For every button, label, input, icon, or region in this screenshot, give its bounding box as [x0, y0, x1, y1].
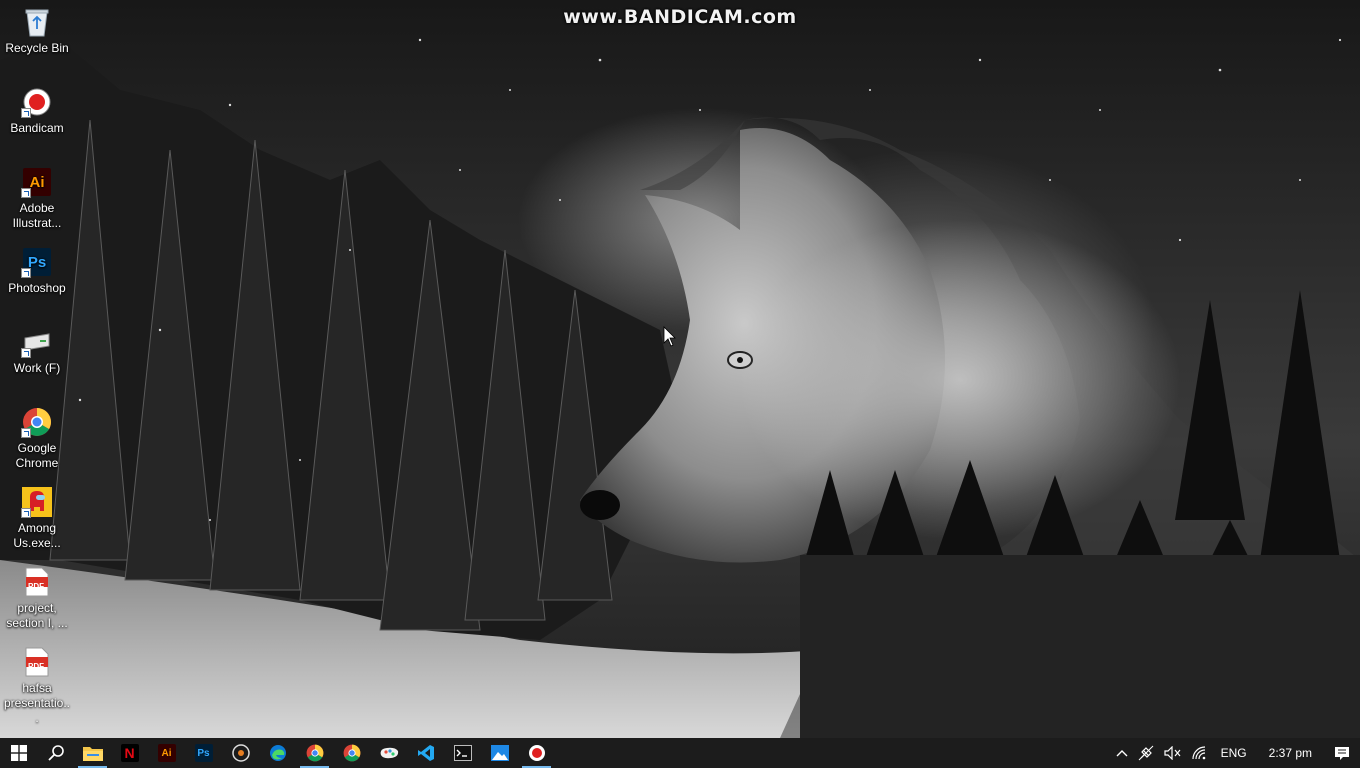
paint-icon — [380, 747, 398, 759]
pdf-file-icon: PDF — [21, 566, 53, 598]
taskbar-edge[interactable] — [259, 738, 296, 768]
bandicam-icon — [21, 86, 53, 118]
taskbar-chrome-2[interactable] — [333, 738, 370, 768]
windows-start-icon — [10, 745, 27, 761]
chrome-icon — [21, 406, 53, 438]
bandicam-watermark: www.BANDICAM.com — [563, 6, 797, 28]
mouse-cursor — [663, 326, 676, 347]
among-us-icon — [21, 486, 53, 518]
desktop-icon-label: Among Us.exe... — [13, 521, 61, 550]
desktop-icon-pdf-project[interactable]: PDF project, section I, ... — [2, 562, 72, 631]
network-button[interactable] — [1187, 738, 1213, 768]
taskbar-vscode[interactable] — [407, 738, 444, 768]
desktop-icon-photoshop[interactable]: Ps Photoshop — [2, 242, 72, 296]
record-icon — [528, 745, 545, 761]
taskbar: N Ai Ps ENG 2:37 pm — [0, 738, 1360, 768]
desktop-icon-among-us[interactable]: Among Us.exe... — [2, 482, 72, 551]
shortcut-arrow-icon — [21, 188, 31, 198]
search-icon — [47, 745, 64, 761]
drive-icon — [21, 326, 53, 358]
chrome-icon — [343, 744, 360, 762]
folder-icon — [82, 747, 103, 761]
show-hidden-icons-button[interactable] — [1111, 738, 1133, 768]
desktop-icon-bandicam[interactable]: Bandicam — [2, 82, 72, 136]
vscode-icon — [417, 745, 434, 761]
taskbar-illustrator[interactable]: Ai — [148, 738, 185, 768]
pdf-glyph: PDF — [28, 662, 44, 671]
desktop-icon-label: project, section I, ... — [6, 601, 68, 630]
taskbar-netflix[interactable]: N — [111, 738, 148, 768]
shortcut-arrow-icon — [21, 508, 31, 518]
system-tray: ENG 2:37 pm — [1111, 738, 1360, 768]
volume-button[interactable] — [1159, 738, 1187, 768]
shortcut-arrow-icon — [21, 108, 31, 118]
desktop-icon-adobe-illustrator[interactable]: Ai Adobe Illustrat... — [2, 162, 72, 231]
taskbar-bandicam[interactable] — [518, 738, 555, 768]
terminal-icon — [453, 745, 472, 761]
pdf-file-icon: PDF — [21, 646, 53, 678]
power-status-button[interactable] — [1133, 738, 1159, 768]
desktop-icon-google-chrome[interactable]: Google Chrome — [2, 402, 72, 471]
desktop-icon-label: Bandicam — [10, 121, 64, 135]
chevron-up-icon — [1116, 750, 1128, 757]
chrome-icon — [306, 744, 323, 762]
taskbar-terminal[interactable] — [444, 738, 481, 768]
shortcut-arrow-icon — [21, 428, 31, 438]
desktop-icon-label: Recycle Bin — [5, 41, 69, 55]
search-button[interactable] — [37, 738, 74, 768]
desktop-icon-label: Photoshop — [8, 281, 66, 295]
clock[interactable]: 2:37 pm — [1255, 738, 1324, 768]
taskbar-file-explorer[interactable] — [74, 738, 111, 768]
desktop-icon-label: Google Chrome — [15, 441, 59, 470]
netflix-icon: N — [120, 744, 139, 762]
notification-center-button[interactable] — [1324, 738, 1360, 768]
media-player-icon — [231, 744, 250, 762]
taskbar-paint-3d[interactable] — [370, 738, 407, 768]
edge-icon — [269, 745, 286, 761]
wifi-icon — [1192, 746, 1205, 760]
power-plug-icon — [1138, 745, 1153, 761]
shortcut-arrow-icon — [21, 348, 31, 358]
taskbar-photoshop[interactable]: Ps — [185, 738, 222, 768]
desktop-icon-pdf-hafsa[interactable]: PDF hafsa presentatio... — [2, 642, 72, 726]
language-indicator[interactable]: ENG — [1213, 738, 1255, 768]
shortcut-arrow-icon — [21, 268, 31, 278]
pdf-glyph: PDF — [28, 582, 44, 591]
taskbar-chrome[interactable] — [296, 738, 333, 768]
photoshop-icon: Ps — [21, 246, 53, 278]
desktop-icon-work-drive[interactable]: Work (F) — [2, 322, 72, 376]
wallpaper-art — [0, 18, 1360, 738]
taskbar-media-player[interactable] — [222, 738, 259, 768]
desktop-icon-label: Adobe Illustrat... — [12, 201, 62, 230]
taskbar-photos[interactable] — [481, 738, 518, 768]
photoshop-icon: Ps — [194, 744, 213, 762]
desktop-icon-label: Work (F) — [13, 361, 61, 375]
start-button[interactable] — [0, 738, 37, 768]
volume-muted-icon — [1164, 746, 1181, 760]
adobe-illustrator-icon: Ai — [21, 166, 53, 198]
photos-icon — [490, 745, 509, 761]
desktop-icon-label: hafsa presentatio... — [3, 681, 71, 725]
action-center-icon — [1335, 746, 1349, 760]
adobe-illustrator-icon: Ai — [157, 744, 176, 762]
desktop-wallpaper — [0, 0, 1360, 738]
desktop-icon-recycle-bin[interactable]: Recycle Bin — [2, 2, 72, 56]
recycle-bin-icon — [21, 6, 53, 38]
